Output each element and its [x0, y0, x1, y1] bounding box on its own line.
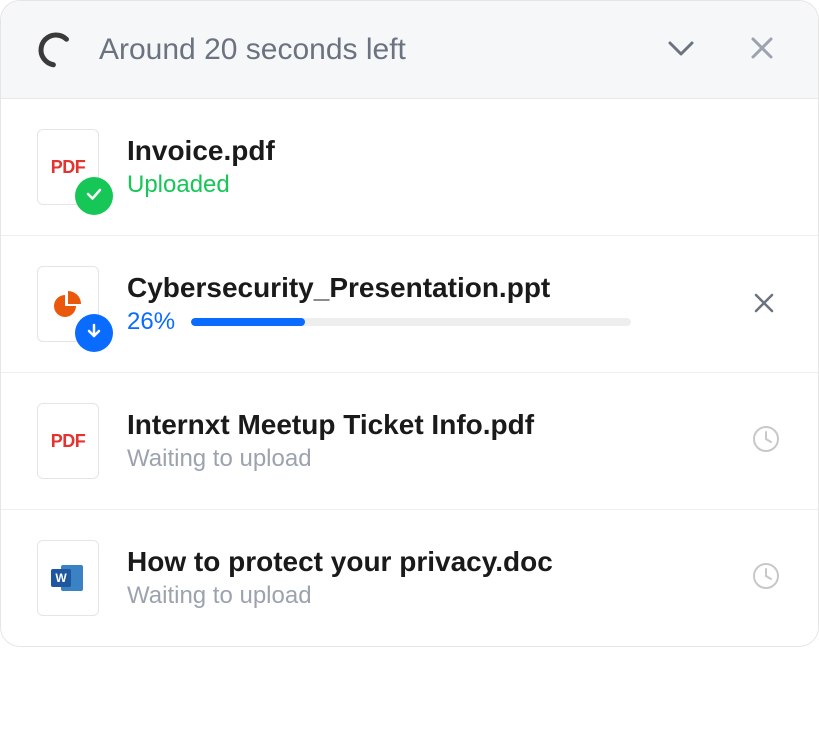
upload-item: Cybersecurity_Presentation.ppt 26%: [1, 236, 818, 373]
file-name: Cybersecurity_Presentation.ppt: [127, 272, 718, 304]
file-info: Internxt Meetup Ticket Info.pdf Waiting …: [127, 409, 722, 473]
clock-icon: [750, 579, 782, 596]
upload-list: PDF Invoice.pdf Uploaded: [1, 99, 818, 646]
collapse-button[interactable]: [660, 27, 702, 72]
upload-item: PDF Internxt Meetup Ticket Info.pdf Wait…: [1, 373, 818, 510]
svg-text:W: W: [55, 571, 67, 585]
file-info: How to protect your privacy.doc Waiting …: [127, 546, 722, 610]
arrow-down-icon: [84, 321, 104, 346]
upload-item: W How to protect your privacy.doc Waitin…: [1, 510, 818, 646]
progress-bar: [191, 318, 631, 326]
item-action: [746, 285, 782, 324]
pdf-label: PDF: [51, 431, 86, 452]
check-icon: [84, 184, 104, 209]
progress-fill: [191, 318, 305, 326]
file-icon-wrap: PDF: [37, 403, 99, 479]
downloading-badge: [75, 314, 113, 352]
file-status: Waiting to upload: [127, 582, 722, 610]
file-icon-wrap: [37, 266, 99, 342]
chevron-down-icon: [664, 31, 698, 68]
file-name: Invoice.pdf: [127, 135, 782, 167]
panel-header: Around 20 seconds left: [1, 1, 818, 99]
file-name: How to protect your privacy.doc: [127, 546, 722, 578]
cancel-upload-button[interactable]: [746, 285, 782, 324]
success-badge: [75, 177, 113, 215]
item-action: [750, 423, 782, 460]
close-icon: [750, 289, 778, 320]
header-title: Around 20 seconds left: [99, 33, 636, 67]
progress-percent: 26%: [127, 308, 175, 336]
file-info: Cybersecurity_Presentation.ppt 26%: [127, 272, 718, 336]
file-status: Waiting to upload: [127, 445, 722, 473]
pdf-file-icon: PDF: [37, 403, 99, 479]
header-actions: [660, 27, 782, 72]
file-name: Internxt Meetup Ticket Info.pdf: [127, 409, 722, 441]
file-icon-wrap: W: [37, 540, 99, 616]
pdf-label: PDF: [51, 157, 86, 178]
file-status: Uploaded: [127, 171, 782, 199]
close-button[interactable]: [742, 28, 782, 71]
spinner-icon: [37, 31, 75, 69]
doc-file-icon: W: [37, 540, 99, 616]
ppt-icon: [53, 289, 83, 319]
item-action: [750, 560, 782, 597]
upload-item: PDF Invoice.pdf Uploaded: [1, 99, 818, 236]
progress-row: 26%: [127, 308, 718, 336]
clock-icon: [750, 442, 782, 459]
upload-panel: Around 20 seconds left PDF: [0, 0, 819, 647]
file-icon-wrap: PDF: [37, 129, 99, 205]
word-icon: W: [51, 563, 85, 593]
file-info: Invoice.pdf Uploaded: [127, 135, 782, 199]
close-icon: [746, 32, 778, 67]
